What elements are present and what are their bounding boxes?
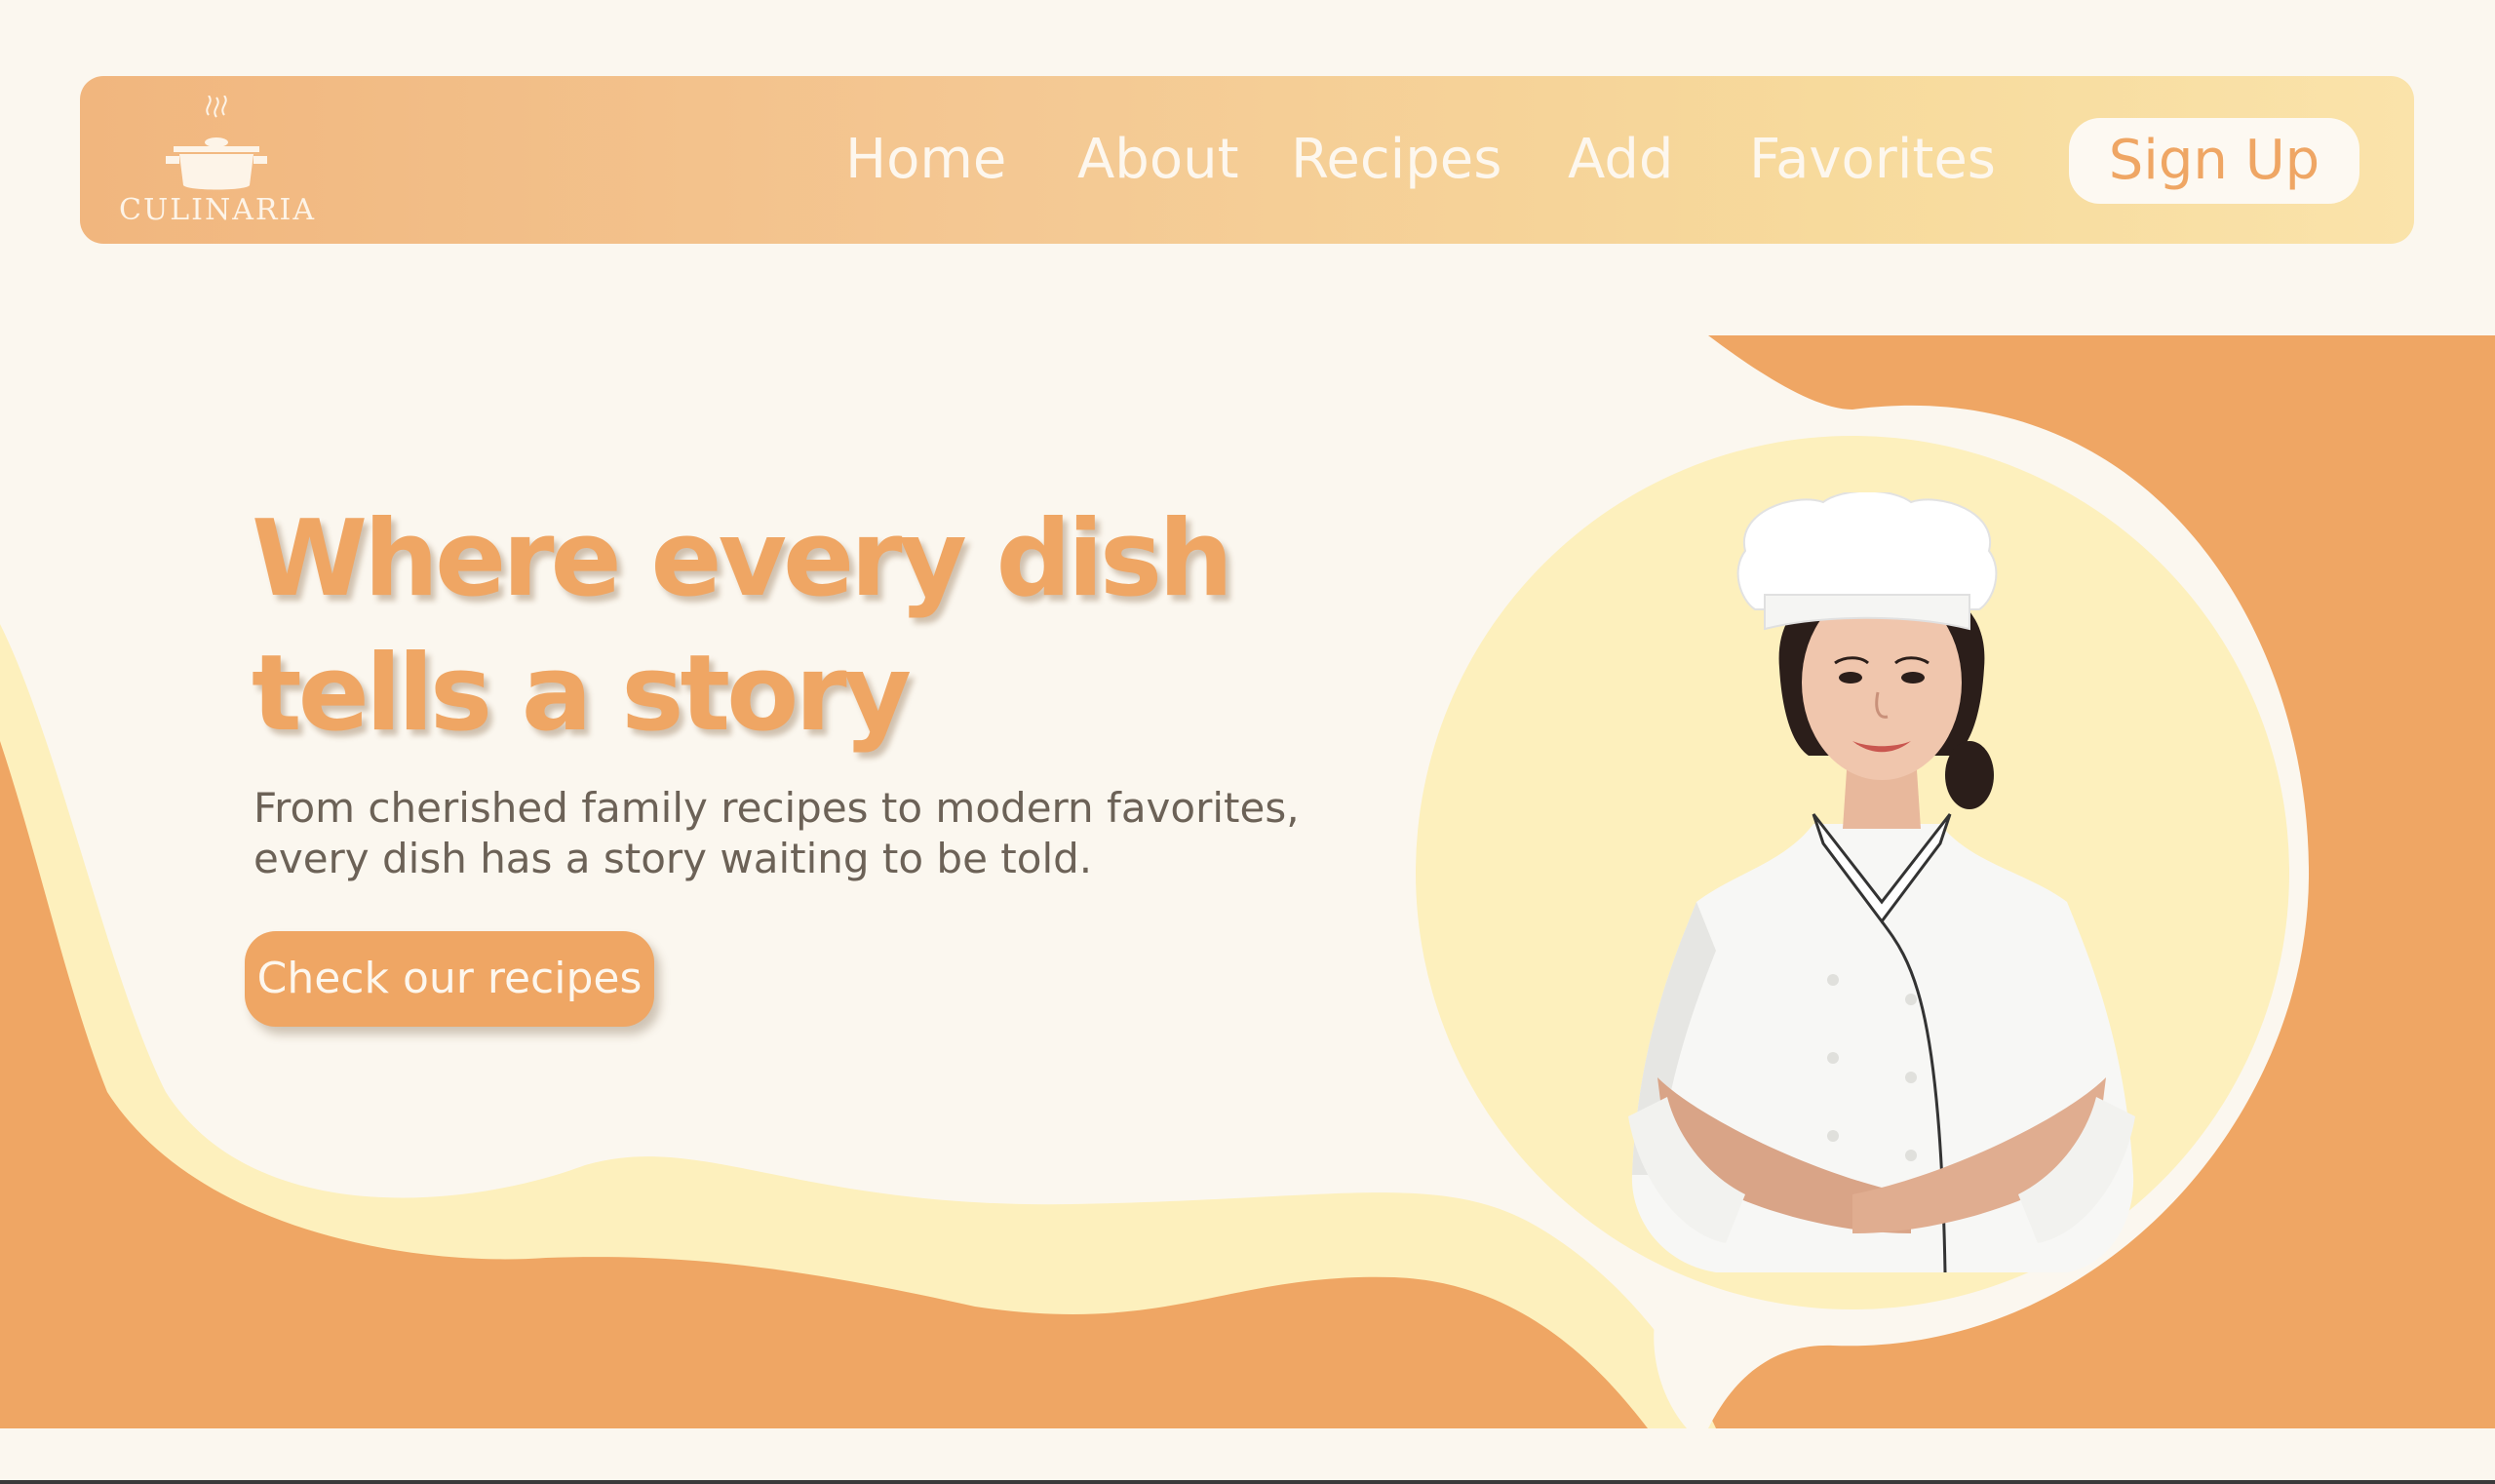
hero-title: Where every dish tells a story [252,492,1373,762]
nav-about[interactable]: About [1077,127,1239,192]
hero-subtitle: From cherished family recipes to modern … [253,783,1326,884]
nav-add[interactable]: Add [1568,127,1673,192]
cooking-pot-icon [166,96,267,190]
check-recipes-button[interactable]: Check our recipes [245,931,654,1027]
hero-subtitle-line-2: every dish has a story waiting to be tol… [253,835,1093,882]
brand-logo[interactable]: CULINARIA [119,96,314,232]
hero-subtitle-line-1: From cherished family recipes to modern … [253,784,1300,832]
brand-name: CULINARIA [119,193,317,227]
sign-up-button[interactable]: Sign Up [2069,118,2359,204]
nav-home[interactable]: Home [845,127,1006,192]
hero-title-line-1: Where every dish [252,498,1233,620]
chef-portrait [1628,492,2135,1272]
hero-title-line-2: tells a story [252,633,912,755]
page-bottom-border [0,1480,2495,1484]
top-navbar: CULINARIA Home About Recipes Add Favorit… [80,76,2414,244]
nav-recipes[interactable]: Recipes [1291,127,1501,192]
nav-favorites[interactable]: Favorites [1749,127,1996,192]
